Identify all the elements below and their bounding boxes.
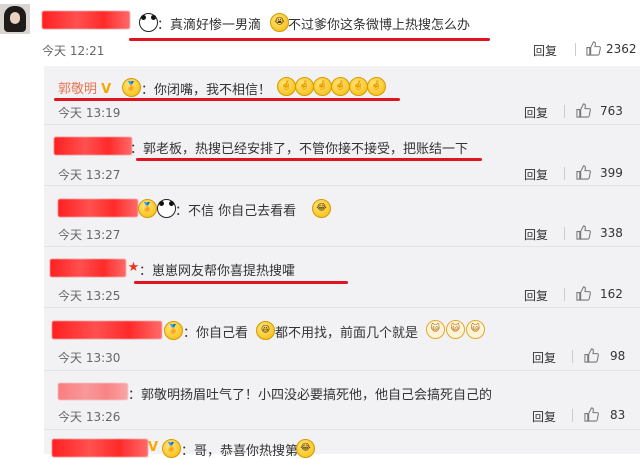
- like-count: 98: [610, 349, 626, 363]
- verified-badge: V: [148, 440, 159, 455]
- reply-button[interactable]: 回复: [532, 349, 556, 366]
- like-count: 162: [600, 287, 623, 301]
- separator: [572, 350, 573, 363]
- comment-text-2: 不过爹你这条微博上热搜怎么办: [288, 18, 471, 33]
- reply-time: 今天 13:27: [58, 168, 121, 182]
- redacted-username[interactable]: [58, 383, 128, 400]
- reply-button[interactable]: 回复: [524, 104, 548, 121]
- reply-list: 郭敬明 V 🏅 ：你闭嘴，我不相信！ 🤞 🤞 🤞 🤞 🤞 🤞 今天 13:19 …: [44, 66, 640, 459]
- reply-author[interactable]: 郭敬明 V: [58, 78, 111, 97]
- highlight-underline: [54, 98, 400, 101]
- laugh-emoji-icon: 😂: [296, 439, 315, 458]
- reply-time: 今天 13:19: [58, 106, 121, 120]
- list-item: ：郭老板，热搜已经安排了，不管你接不接受，把账结一下 今天 13:27 回复 3…: [44, 124, 640, 185]
- reply-time: 今天 13:26: [58, 410, 121, 424]
- fingers-crossed-emoji-icon: 🤞: [349, 77, 368, 96]
- medal-emoji-icon: 🏅: [164, 321, 183, 340]
- highlight-underline: [136, 158, 482, 161]
- main-comment: ：真滴好惨一男滴 😭 不过爹你这条微博上热搜怎么办 今天 12:21 回复 23…: [0, 0, 640, 66]
- reply-text-2: 都不用找，前面几个就是: [275, 326, 419, 341]
- like-thumb-icon[interactable]: [576, 103, 591, 118]
- fingers-crossed-emoji-icon: 🤞: [367, 77, 386, 96]
- like-count: 399: [600, 166, 623, 180]
- reply-time: 今天 13:30: [58, 351, 121, 365]
- separator: [564, 105, 565, 118]
- comment-text: ：真滴好惨一男滴: [157, 18, 262, 33]
- panda-emoji-icon: [157, 199, 176, 218]
- fingers-crossed-emoji-icon: 🤞: [295, 77, 314, 96]
- redacted-username[interactable]: [52, 439, 148, 457]
- reply-button[interactable]: 回复: [524, 166, 548, 183]
- medal-emoji-icon: 🏅: [162, 439, 181, 458]
- fingers-crossed-emoji-icon: 🤞: [313, 77, 332, 96]
- redacted-username[interactable]: [54, 137, 132, 155]
- like-thumb-icon[interactable]: [576, 225, 591, 240]
- reply-button[interactable]: 回复: [524, 226, 548, 243]
- reply-button[interactable]: 回复: [524, 287, 548, 304]
- reply-button[interactable]: 回复: [532, 408, 556, 425]
- like-thumb-icon[interactable]: [576, 165, 591, 180]
- fingers-crossed-emoji-icon: 🤞: [331, 77, 350, 96]
- like-count: 2362: [606, 42, 637, 56]
- list-item: ★ ：崽崽网友帮你喜提热搜嚯 今天 13:25 回复 162: [44, 246, 640, 307]
- separator: [564, 167, 565, 180]
- reply-button[interactable]: 回复: [533, 42, 557, 59]
- like-thumb-icon[interactable]: [584, 348, 599, 363]
- separator: [564, 288, 565, 301]
- list-item: 🏅 ：不信 你自己去看看 😂 今天 13:27 回复 338: [44, 185, 640, 246]
- list-item: 🏅 ：你自己看 😆 都不用找，前面几个就是 😺 😺 😺 今天 13:30 回复 …: [44, 307, 640, 370]
- cat-emoji-icon: 😺: [446, 320, 465, 339]
- redacted-username[interactable]: [52, 321, 162, 339]
- reply-time: 今天 13:25: [58, 289, 121, 303]
- crying-emoji-icon: 😭: [270, 13, 289, 32]
- reply-text: ：崽崽网友帮你喜提热搜嚯: [139, 264, 296, 279]
- like-thumb-icon[interactable]: [586, 41, 601, 56]
- like-count: 83: [610, 408, 626, 422]
- fingers-crossed-emoji-icon: 🤞: [277, 77, 296, 96]
- redacted-username[interactable]: [50, 259, 126, 277]
- cat-emoji-icon: 😺: [426, 320, 445, 339]
- like-thumb-icon[interactable]: [576, 286, 591, 301]
- list-item: ：郭敬明扬眉吐气了！小四没必要搞死他，他自己会搞死自己的 今天 13:26 回复…: [44, 370, 640, 429]
- laugh-emoji-icon: 😆: [256, 321, 275, 340]
- highlight-underline: [134, 281, 348, 284]
- panda-emoji-icon: [139, 13, 158, 32]
- like-count: 338: [600, 226, 623, 240]
- laugh-emoji-icon: 😂: [312, 199, 331, 218]
- list-item: V 🏅 ：哥，恭喜你热搜第一 😂: [44, 429, 640, 459]
- reply-text: ：郭老板，热搜已经安排了，不管你接不接受，把账结一下: [130, 142, 469, 157]
- medal-emoji-icon: 🏅: [138, 199, 157, 218]
- reply-text: ：郭敬明扬眉吐气了！小四没必要搞死他，他自己会搞死自己的: [128, 388, 493, 403]
- redacted-username[interactable]: [58, 199, 138, 217]
- reply-text: ：你自己看: [183, 326, 249, 341]
- reply-time: 今天 13:27: [58, 228, 121, 242]
- avatar[interactable]: [0, 4, 30, 34]
- reply-text: ：不信 你自己去看看: [175, 204, 297, 219]
- like-thumb-icon[interactable]: [584, 407, 599, 422]
- redacted-username[interactable]: [42, 11, 130, 29]
- separator: [572, 409, 573, 422]
- list-item: 郭敬明 V 🏅 ：你闭嘴，我不相信！ 🤞 🤞 🤞 🤞 🤞 🤞 今天 13:19 …: [44, 66, 640, 123]
- medal-emoji-icon: 🏅: [122, 78, 141, 97]
- separator: [575, 43, 576, 56]
- highlight-underline: [129, 38, 490, 41]
- cat-emoji-icon: 😺: [466, 320, 485, 339]
- like-count: 763: [600, 104, 623, 118]
- reply-text: ：你闭嘴，我不相信！: [141, 83, 272, 98]
- separator: [564, 227, 565, 240]
- reply-text: ：哥，恭喜你热搜第一: [181, 444, 312, 459]
- comment-time: 今天 12:21: [42, 44, 105, 58]
